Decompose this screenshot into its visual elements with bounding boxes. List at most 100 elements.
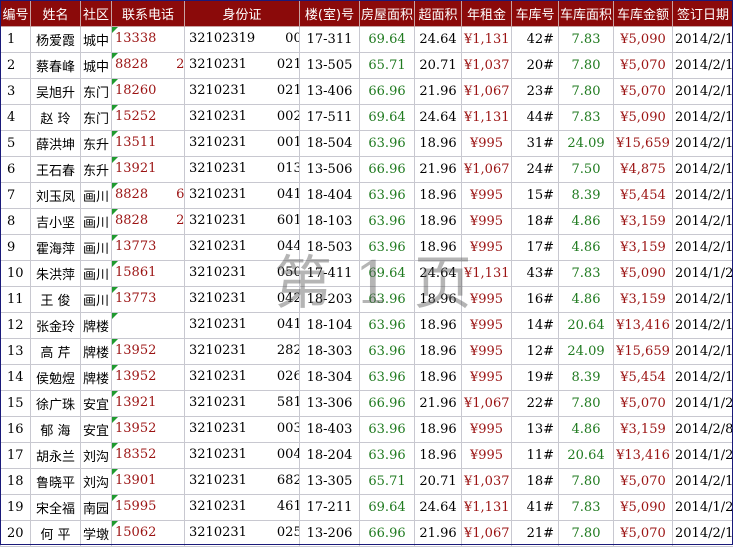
cell-room[interactable]: 18-403 bbox=[300, 417, 360, 443]
cell-signing-date[interactable]: 2014/2/17 bbox=[673, 365, 733, 391]
cell-garage-no[interactable]: 14# bbox=[512, 313, 559, 339]
cell-garage-area[interactable]: 7.83 bbox=[559, 105, 614, 131]
cell-phone[interactable]: 88286 bbox=[112, 183, 185, 209]
cell-community[interactable]: 东门 bbox=[81, 105, 112, 131]
cell-room[interactable]: 18-504 bbox=[300, 131, 360, 157]
cell-room[interactable]: 13-506 bbox=[300, 157, 360, 183]
cell-excess-area[interactable]: 18.96 bbox=[415, 443, 462, 469]
cell-id[interactable]: 16 bbox=[1, 417, 31, 443]
cell-name[interactable]: 吴旭升 bbox=[31, 79, 81, 105]
cell-id[interactable]: 13 bbox=[1, 339, 31, 365]
cell-excess-area[interactable]: 18.96 bbox=[415, 209, 462, 235]
cell-phone[interactable]: 13773212 bbox=[112, 235, 185, 261]
cell-id-card[interactable]: 32102310410 bbox=[185, 313, 300, 339]
cell-garage-amount[interactable]: ¥5,454 bbox=[614, 183, 673, 209]
cell-id[interactable]: 7 bbox=[1, 183, 31, 209]
cell-id-card[interactable]: 32102316016 bbox=[185, 209, 300, 235]
cell-id-card[interactable]: 32102310263 bbox=[185, 365, 300, 391]
cell-name[interactable]: 赵 玲 bbox=[31, 105, 81, 131]
cell-id-card[interactable]: 32102310211 bbox=[185, 53, 300, 79]
cell-phone[interactable]: 13952868 bbox=[112, 417, 185, 443]
cell-room[interactable]: 18-303 bbox=[300, 339, 360, 365]
cell-garage-amount[interactable]: ¥5,070 bbox=[614, 521, 673, 547]
cell-garage-no[interactable]: 24# bbox=[512, 157, 559, 183]
cell-house-area[interactable]: 69.64 bbox=[360, 261, 415, 287]
cell-house-area[interactable]: 65.71 bbox=[360, 469, 415, 495]
cell-phone[interactable]: 15995051 bbox=[112, 495, 185, 521]
cell-signing-date[interactable]: 2014/2/17 bbox=[673, 313, 733, 339]
cell-name[interactable]: 何 平 bbox=[31, 521, 81, 547]
cell-garage-amount[interactable]: ¥5,090 bbox=[614, 27, 673, 53]
cell-garage-no[interactable]: 18# bbox=[512, 209, 559, 235]
cell-garage-no[interactable]: 41# bbox=[512, 495, 559, 521]
cell-garage-amount[interactable]: ¥3,159 bbox=[614, 209, 673, 235]
cell-name[interactable]: 杨爱霞 bbox=[31, 27, 81, 53]
cell-garage-area[interactable]: 7.80 bbox=[559, 469, 614, 495]
header-cell-community[interactable]: 社区 bbox=[81, 1, 112, 27]
cell-signing-date[interactable]: 2014/2/17 bbox=[673, 235, 733, 261]
cell-name[interactable]: 刘玉凤 bbox=[31, 183, 81, 209]
cell-id-card[interactable]: 32102314616 bbox=[185, 495, 300, 521]
cell-id-card[interactable]: 32102310017 bbox=[185, 131, 300, 157]
cell-community[interactable]: 安宜 bbox=[81, 417, 112, 443]
cell-community[interactable]: 刘沟 bbox=[81, 443, 112, 469]
cell-house-area[interactable]: 63.96 bbox=[360, 417, 415, 443]
cell-garage-area[interactable]: 4.86 bbox=[559, 235, 614, 261]
cell-id[interactable]: 12 bbox=[1, 313, 31, 339]
cell-excess-area[interactable]: 18.96 bbox=[415, 417, 462, 443]
cell-id[interactable]: 20 bbox=[1, 521, 31, 547]
header-cell-garage-no[interactable]: 车库号 bbox=[512, 1, 559, 27]
cell-room[interactable]: 13-305 bbox=[300, 469, 360, 495]
cell-community[interactable]: 画川 bbox=[81, 261, 112, 287]
cell-excess-area[interactable]: 20.71 bbox=[415, 53, 462, 79]
cell-excess-area[interactable]: 18.96 bbox=[415, 183, 462, 209]
header-cell-garage-area[interactable]: 车库面积 bbox=[559, 1, 614, 27]
cell-garage-area[interactable]: 7.80 bbox=[559, 53, 614, 79]
cell-annual-rent[interactable]: ¥1,067 bbox=[462, 521, 512, 547]
cell-garage-amount[interactable]: ¥5,070 bbox=[614, 391, 673, 417]
cell-garage-amount[interactable]: ¥5,070 bbox=[614, 469, 673, 495]
cell-house-area[interactable]: 63.96 bbox=[360, 443, 415, 469]
cell-annual-rent[interactable]: ¥995 bbox=[462, 443, 512, 469]
cell-garage-area[interactable]: 24.09 bbox=[559, 131, 614, 157]
cell-house-area[interactable]: 63.96 bbox=[360, 339, 415, 365]
cell-community[interactable]: 刘沟 bbox=[81, 469, 112, 495]
cell-community[interactable]: 画川 bbox=[81, 183, 112, 209]
cell-name[interactable]: 胡永兰 bbox=[31, 443, 81, 469]
cell-room[interactable]: 17-411 bbox=[300, 261, 360, 287]
cell-signing-date[interactable]: 2014/1/22 bbox=[673, 443, 733, 469]
cell-garage-area[interactable]: 20.64 bbox=[559, 443, 614, 469]
header-cell-name[interactable]: 姓名 bbox=[31, 1, 81, 27]
cell-annual-rent[interactable]: ¥1,131 bbox=[462, 105, 512, 131]
cell-phone[interactable]: 13338700 bbox=[112, 27, 185, 53]
cell-excess-area[interactable]: 24.64 bbox=[415, 105, 462, 131]
cell-excess-area[interactable]: 18.96 bbox=[415, 235, 462, 261]
cell-community[interactable]: 画川 bbox=[81, 209, 112, 235]
cell-phone[interactable]: 15252983 bbox=[112, 105, 185, 131]
cell-community[interactable]: 东门 bbox=[81, 79, 112, 105]
cell-id[interactable]: 5 bbox=[1, 131, 31, 157]
cell-community[interactable]: 牌楼 bbox=[81, 339, 112, 365]
cell-id-card[interactable]: 32102316826 bbox=[185, 469, 300, 495]
cell-signing-date[interactable]: 2014/2/17 bbox=[673, 79, 733, 105]
cell-garage-no[interactable]: 31# bbox=[512, 131, 559, 157]
cell-id-card[interactable]: 32102310443 bbox=[185, 235, 300, 261]
cell-garage-area[interactable]: 4.86 bbox=[559, 417, 614, 443]
cell-excess-area[interactable]: 24.64 bbox=[415, 261, 462, 287]
cell-garage-amount[interactable]: ¥5,070 bbox=[614, 53, 673, 79]
cell-id[interactable]: 10 bbox=[1, 261, 31, 287]
cell-garage-amount[interactable]: ¥4,875 bbox=[614, 157, 673, 183]
cell-phone[interactable]: 15062951 bbox=[112, 521, 185, 547]
cell-signing-date[interactable]: 2014/2/17 bbox=[673, 53, 733, 79]
cell-id[interactable]: 1 bbox=[1, 27, 31, 53]
cell-phone[interactable]: 15861366 bbox=[112, 261, 185, 287]
cell-garage-amount[interactable]: ¥5,090 bbox=[614, 495, 673, 521]
cell-signing-date[interactable]: 2014/2/17 bbox=[673, 287, 733, 313]
cell-room[interactable]: 18-204 bbox=[300, 443, 360, 469]
cell-phone[interactable] bbox=[112, 313, 185, 339]
cell-garage-amount[interactable]: ¥5,090 bbox=[614, 105, 673, 131]
cell-garage-no[interactable]: 11# bbox=[512, 443, 559, 469]
cell-community[interactable]: 城中 bbox=[81, 53, 112, 79]
cell-house-area[interactable]: 69.64 bbox=[360, 27, 415, 53]
cell-room[interactable]: 17-311 bbox=[300, 27, 360, 53]
